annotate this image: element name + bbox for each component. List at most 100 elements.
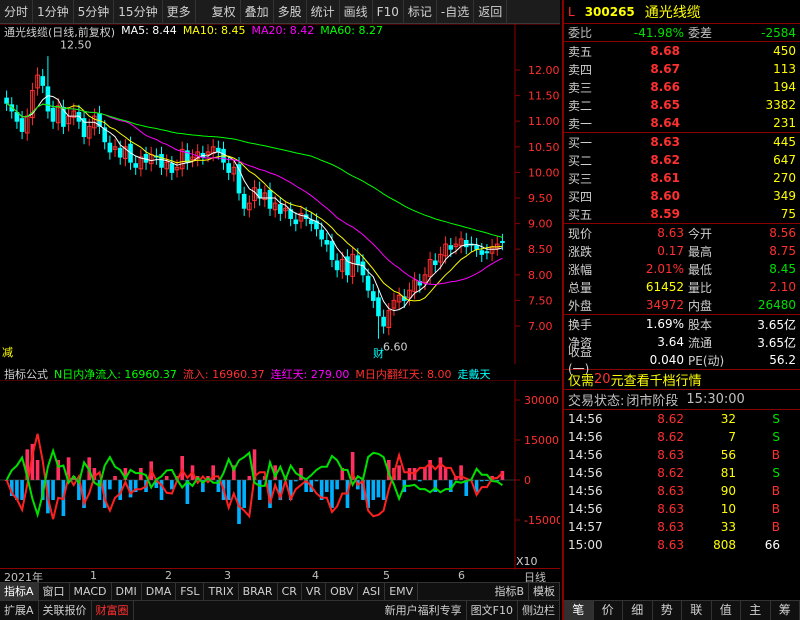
toolbar-12[interactable]: -自选 bbox=[437, 0, 475, 24]
indicator-tab-right-1[interactable]: 模板 bbox=[529, 583, 560, 600]
bottom-tab-0[interactable]: 扩展A bbox=[0, 601, 39, 620]
ma-legend-3: MA60: 8.27 bbox=[320, 24, 383, 37]
indicator-tab-2[interactable]: MACD bbox=[70, 583, 112, 600]
stats1-label: 最高 bbox=[688, 244, 713, 259]
status-time: 15:30:00 bbox=[686, 392, 745, 407]
indicator-chart[interactable]: 30000 15000 0 -15000 X10 bbox=[0, 380, 560, 570]
bottom-right-1[interactable]: 图文F10 bbox=[467, 601, 518, 620]
toolbar-2[interactable]: 5分钟 bbox=[74, 0, 115, 24]
bottom-right-0[interactable]: 新用户福利专享 bbox=[381, 601, 467, 620]
indicator-tab-0[interactable]: 指标A bbox=[0, 583, 39, 600]
indicator-tab-5[interactable]: FSL bbox=[176, 583, 205, 600]
candle-body bbox=[355, 255, 361, 266]
quote-tab-3[interactable]: 势 bbox=[653, 601, 682, 620]
indicator-tab-9[interactable]: VR bbox=[302, 583, 327, 600]
candle-body bbox=[241, 193, 247, 209]
candle-body bbox=[381, 316, 386, 327]
price-stats: 现价 8.63 今开 8.56 涨跌 0.17 最高 8.75 涨幅 2.01% 最低 8.45 总量 6… bbox=[564, 224, 800, 315]
bottom-right-2[interactable]: 侧边栏 bbox=[518, 601, 560, 620]
y-tick-label: 10.50 bbox=[528, 141, 560, 154]
asks-volume: 194 bbox=[773, 80, 796, 94]
stats2-label: 换手 bbox=[568, 317, 593, 332]
tick-price: 8.62 bbox=[657, 466, 684, 480]
asks-label: 卖一 bbox=[568, 116, 593, 131]
date-axis: 2021年 1 2 3 4 5 6 日线 bbox=[0, 568, 560, 584]
bids-row: 买二 8.62 647 bbox=[564, 151, 800, 169]
indicator-tab-right-0[interactable]: 指标B bbox=[490, 583, 529, 600]
candle-body bbox=[107, 142, 113, 153]
tick-volume: 7 bbox=[728, 430, 736, 444]
bids-price: 8.59 bbox=[650, 207, 680, 221]
toolbar-7[interactable]: 多股 bbox=[274, 0, 307, 24]
promo-banner[interactable]: 仅需 20 元查看千档行情 bbox=[564, 370, 800, 390]
toolbar-8[interactable]: 统计 bbox=[307, 0, 340, 24]
indicator-tab-bar: 指标A 窗口 MACD DMI DMA FSL TRIX BRAR CR VR OBV ASI EMV 指… bbox=[0, 582, 560, 600]
indicator-tab-3[interactable]: DMI bbox=[112, 583, 142, 600]
toolbar-6[interactable]: 叠加 bbox=[241, 0, 274, 24]
asks-row: 卖四 8.67 113 bbox=[564, 60, 800, 78]
toolbar-11[interactable]: 标记 bbox=[404, 0, 437, 24]
tick-list: 14:56 8.62 32 S 14:56 8.62 7 S 14:56 8.63 56 B 14:56… bbox=[564, 410, 800, 554]
indicator-tab-8[interactable]: CR bbox=[278, 583, 302, 600]
flow-bar bbox=[325, 480, 329, 492]
candle-body bbox=[293, 219, 299, 225]
indicator-tab-10[interactable]: OBV bbox=[326, 583, 359, 600]
stats1-label: 最低 bbox=[688, 262, 713, 277]
toolbar-10[interactable]: F10 bbox=[373, 0, 404, 24]
quote-tab-1[interactable]: 价 bbox=[594, 601, 623, 620]
quote-tab-2[interactable]: 细 bbox=[623, 601, 653, 620]
tick-price: 8.63 bbox=[657, 502, 684, 516]
market-badge: L bbox=[568, 4, 575, 19]
tick-row: 14:57 8.63 33 B bbox=[564, 518, 800, 536]
indicator-tab-7[interactable]: BRAR bbox=[239, 583, 278, 600]
quote-tab-4[interactable]: 联 bbox=[682, 601, 712, 620]
toolbar-13[interactable]: 返回 bbox=[474, 0, 508, 24]
flow-bar bbox=[438, 457, 443, 480]
indicator-tab-12[interactable]: EMV bbox=[385, 583, 419, 600]
indicator-tab-6[interactable]: TRIX bbox=[204, 583, 239, 600]
chart-toolbar: 分时 1分钟 5分钟 15分钟 更多 复权 叠加 多股 统计 画线 F10 标记 -自选 返回 bbox=[0, 0, 560, 24]
toolbar-3[interactable]: 15分钟 bbox=[114, 0, 163, 24]
indicator-tab-4[interactable]: DMA bbox=[142, 583, 177, 600]
promo-prefix: 仅需 bbox=[568, 374, 595, 389]
status-value: 闭市阶段 bbox=[626, 394, 679, 409]
stats1-label: 现价 bbox=[568, 226, 593, 241]
toolbar-4[interactable]: 更多 bbox=[163, 0, 196, 24]
tick-volume: 10 bbox=[720, 502, 736, 516]
stats1-row: 涨跌 0.17 最高 8.75 bbox=[564, 242, 800, 260]
flow-bar bbox=[226, 480, 231, 500]
y-tick-label: 10.00 bbox=[528, 166, 560, 179]
candle-body bbox=[360, 261, 366, 276]
chart-title: 通光线缆(日线,前复权) bbox=[4, 26, 116, 39]
toolbar-5[interactable]: 复权 bbox=[208, 0, 241, 24]
indicator-tab-11[interactable]: ASI bbox=[358, 583, 386, 600]
quote-tab-0[interactable]: 笔 bbox=[564, 601, 594, 620]
indicator-tab-1[interactable]: 窗口 bbox=[39, 583, 70, 600]
flow-bar bbox=[247, 476, 252, 480]
tick-time: 14:57 bbox=[568, 520, 603, 534]
weicha-value: -2584 bbox=[761, 25, 796, 40]
tick-direction: 66 bbox=[764, 538, 780, 552]
ind-y-tick-label: -15000 bbox=[524, 514, 560, 527]
flow-bar bbox=[51, 480, 55, 500]
kline-chart[interactable]: 12.00 11.50 11.00 10.50 10.00 9.50 9.00 8.50 8.0… bbox=[0, 24, 560, 364]
bottom-tab-1[interactable]: 关联报价 bbox=[39, 601, 92, 620]
bottom-tab-2[interactable]: 财富圈 bbox=[92, 601, 134, 620]
toolbar-1[interactable]: 1分钟 bbox=[33, 0, 74, 24]
tick-volume: 56 bbox=[720, 448, 736, 462]
bids-volume: 75 bbox=[780, 207, 796, 221]
flow-bar bbox=[423, 468, 427, 480]
quote-tab-5[interactable]: 值 bbox=[712, 601, 741, 620]
toolbar-9[interactable]: 画线 bbox=[340, 0, 373, 24]
candle-body bbox=[278, 204, 283, 214]
trade-status: 交易状态: 闭市阶段 15:30:00 bbox=[564, 390, 800, 410]
quote-tab-7[interactable]: 筹 bbox=[771, 601, 800, 620]
flow-bar bbox=[443, 468, 448, 480]
stats1-row: 现价 8.63 今开 8.56 bbox=[564, 224, 800, 242]
weibi-label: 委比 bbox=[568, 26, 593, 40]
toolbar-0[interactable]: 分时 bbox=[0, 0, 34, 24]
candle-body bbox=[432, 260, 438, 266]
quote-tab-6[interactable]: 主 bbox=[741, 601, 771, 620]
bids-label: 买五 bbox=[568, 207, 593, 222]
stats2-row: 收益(一) 0.040 PE(动) 56.2 bbox=[564, 345, 800, 376]
